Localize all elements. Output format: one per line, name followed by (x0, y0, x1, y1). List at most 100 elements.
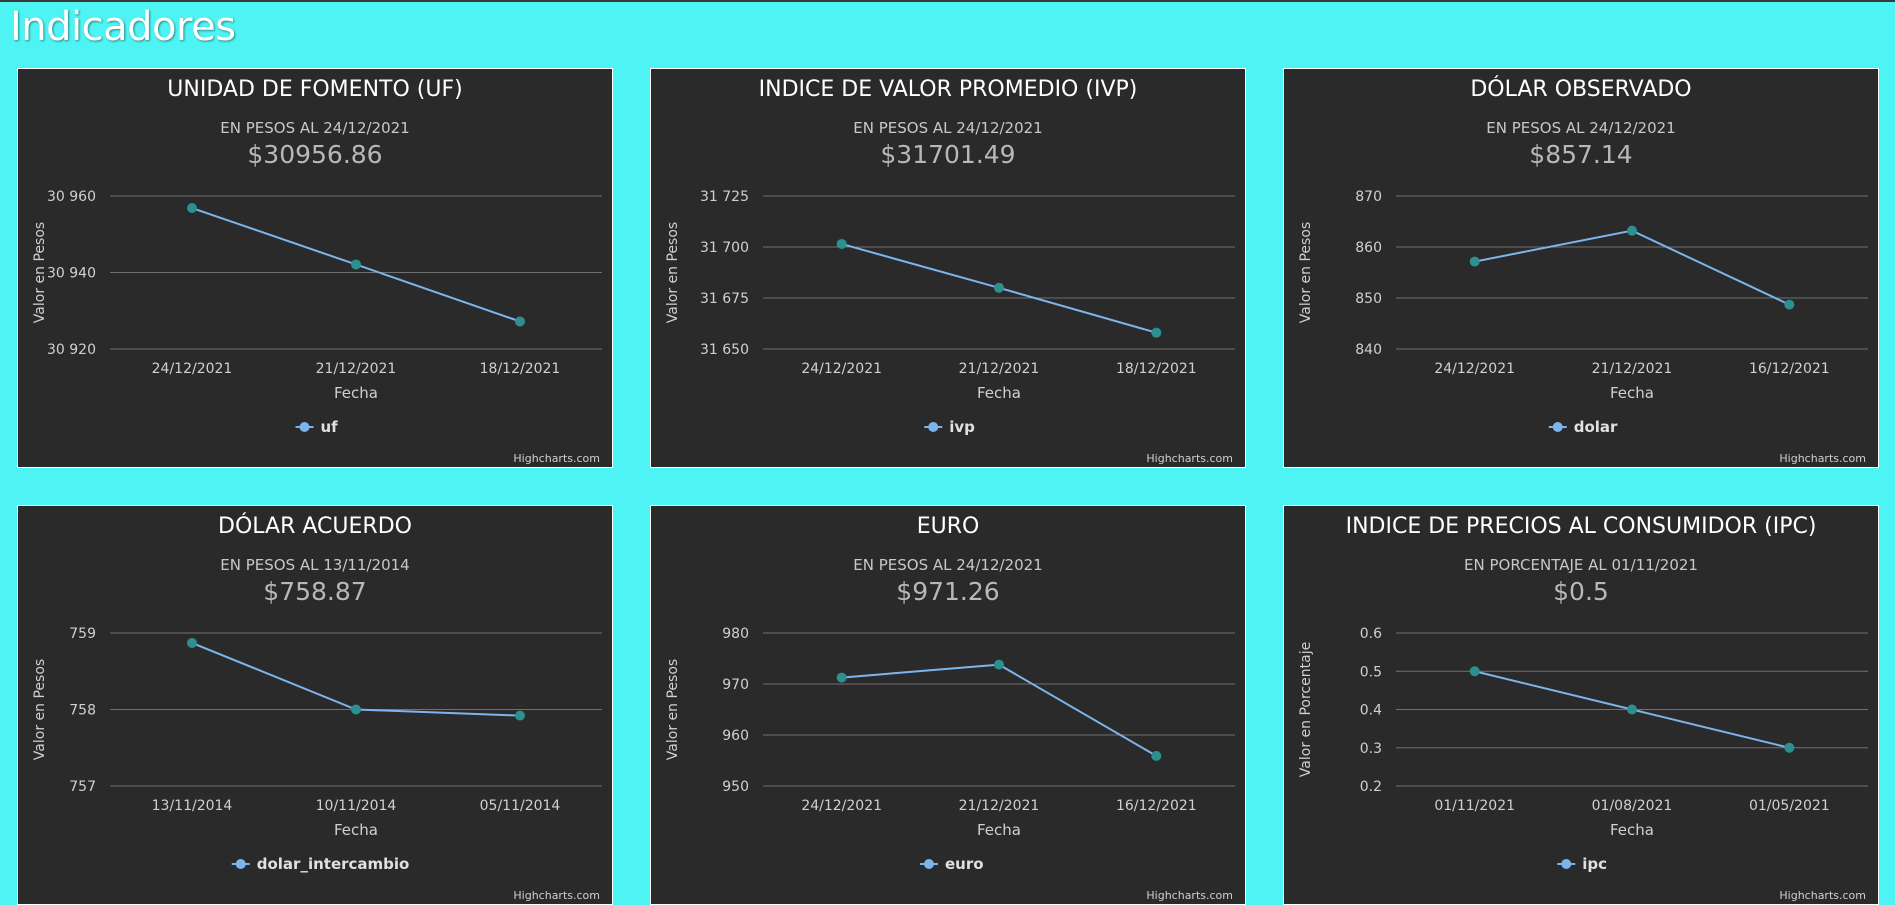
x-tick-label: 24/12/2021 (1434, 361, 1515, 377)
x-axis-title: Fecha (334, 821, 378, 839)
line-chart-dolar-intercambio: 757 758 759 13/11/2014 10/11/2014 05/11/2014 F… (32, 626, 602, 873)
y-axis-title: Valor en Pesos (665, 222, 681, 323)
data-point (187, 637, 197, 648)
legend-item: ivp (949, 418, 975, 436)
data-point (994, 282, 1004, 293)
y-axis-title: Valor en Pesos (665, 659, 681, 760)
chart-card-dolar-acuerdo: DÓLAR ACUERDO EN PESOS AL 13/11/2014 $75… (17, 505, 613, 905)
y-tick-label: 31 700 (700, 240, 749, 256)
credits-link[interactable]: Highcharts.com (513, 452, 600, 465)
y-tick-label: 30 960 (47, 189, 96, 205)
chart-card-uf: UNIDAD DE FOMENTO (UF) EN PESOS AL 24/12… (17, 68, 613, 468)
x-tick-label: 05/11/2014 (480, 798, 561, 814)
y-tick-label: 31 725 (700, 189, 749, 205)
y-tick-label: 758 (69, 703, 96, 719)
legend-item: dolar_intercambio (257, 855, 410, 873)
data-point (836, 238, 847, 249)
y-tick-label: 850 (1355, 291, 1382, 307)
y-axis-title: Valor en Pesos (32, 659, 48, 760)
chart-card-ipc: INDICE DE PRECIOS AL CONSUMIDOR (IPC) EN… (1283, 505, 1879, 905)
x-tick-label: 21/12/2021 (1592, 361, 1673, 377)
x-axis-title: Fecha (1610, 384, 1654, 402)
legend-item: euro (945, 855, 984, 873)
line-chart-uf: 30 920 30 940 30 960 24/12/2021 21/12/2021 18… (32, 189, 602, 436)
x-tick-label: 01/08/2021 (1592, 798, 1673, 814)
series-line (1474, 229, 1790, 306)
indicator-grid: UNIDAD DE FOMENTO (UF) EN PESOS AL 24/12… (17, 68, 1879, 905)
x-tick-label: 10/11/2014 (316, 798, 397, 814)
legend-marker (924, 859, 934, 869)
y-axis-title: Valor en Pesos (1298, 222, 1314, 323)
chart-card-euro: EURO EN PESOS AL 24/12/2021 $971.26 950 9… (650, 505, 1246, 905)
y-tick-label: 870 (1355, 189, 1382, 205)
y-tick-label: 980 (722, 626, 749, 642)
y-tick-label: 0.4 (1360, 703, 1382, 719)
credits-link[interactable]: Highcharts.com (1779, 889, 1866, 902)
y-tick-label: 30 920 (47, 342, 96, 358)
line-chart-ivp: 31 650 31 675 31 700 31 725 24/12/2021 21/12/… (665, 189, 1235, 436)
x-axis-title: Fecha (334, 384, 378, 402)
legend-marker (1561, 859, 1572, 869)
data-point (1784, 299, 1795, 310)
data-point (1784, 742, 1795, 753)
x-tick-label: 21/12/2021 (959, 798, 1040, 814)
y-tick-label: 31 650 (700, 342, 749, 358)
x-tick-label: 21/12/2021 (959, 361, 1040, 377)
legend-item: dolar (1574, 418, 1618, 436)
y-tick-label: 0.6 (1360, 626, 1382, 642)
y-tick-label: 840 (1355, 342, 1382, 358)
legend-item: uf (321, 418, 339, 436)
x-axis-title: Fecha (977, 384, 1021, 402)
data-point (351, 704, 361, 715)
y-tick-label: 30 940 (47, 266, 96, 282)
chart-card-ivp: INDICE DE VALOR PROMEDIO (IVP) EN PESOS … (650, 68, 1246, 468)
y-tick-label: 860 (1355, 240, 1382, 256)
data-point (1627, 225, 1637, 236)
x-axis-title: Fecha (1610, 821, 1654, 839)
x-tick-label: 13/11/2014 (152, 798, 233, 814)
y-tick-label: 759 (69, 626, 96, 642)
legend-marker (1552, 422, 1563, 432)
data-point (515, 710, 525, 721)
legend-item: ipc (1582, 855, 1607, 873)
chart-card-dolar-observado: DÓLAR OBSERVADO EN PESOS AL 24/12/2021 $… (1283, 68, 1879, 468)
x-tick-label: 24/12/2021 (152, 361, 233, 377)
x-tick-label: 21/12/2021 (316, 361, 397, 377)
x-tick-label: 24/12/2021 (801, 361, 882, 377)
y-tick-label: 31 675 (700, 291, 749, 307)
x-tick-label: 01/11/2021 (1434, 798, 1515, 814)
y-axis-title: Valor en Pesos (32, 222, 48, 323)
y-tick-label: 757 (69, 779, 96, 795)
x-tick-label: 24/12/2021 (801, 798, 882, 814)
legend-marker (235, 859, 246, 869)
x-tick-label: 01/05/2021 (1749, 798, 1830, 814)
x-tick-label: 16/12/2021 (1749, 361, 1830, 377)
data-point (994, 659, 1004, 670)
y-axis-title: Valor en Porcentaje (1298, 642, 1314, 777)
credits-link[interactable]: Highcharts.com (513, 889, 600, 902)
credits-link[interactable]: Highcharts.com (1146, 889, 1233, 902)
y-tick-label: 0.2 (1360, 779, 1382, 795)
y-tick-label: 970 (722, 677, 749, 693)
legend-marker (928, 422, 939, 432)
data-point (1151, 327, 1162, 338)
data-point (1469, 666, 1480, 677)
x-tick-label: 18/12/2021 (480, 361, 561, 377)
legend-marker (299, 422, 310, 432)
data-point (836, 672, 847, 683)
y-tick-label: 950 (722, 779, 749, 795)
series-line (841, 663, 1157, 757)
y-tick-label: 0.5 (1360, 664, 1382, 680)
x-tick-label: 16/12/2021 (1116, 798, 1197, 814)
data-point (351, 259, 361, 270)
line-chart-dolar: 840 850 860 870 24/12/2021 21/12/2021 16/12/20… (1298, 189, 1868, 436)
credits-link[interactable]: Highcharts.com (1779, 452, 1866, 465)
x-tick-label: 18/12/2021 (1116, 361, 1197, 377)
data-point (187, 203, 197, 214)
x-axis-title: Fecha (977, 821, 1021, 839)
data-point (1469, 256, 1480, 267)
credits-link[interactable]: Highcharts.com (1146, 452, 1233, 465)
data-point (1151, 750, 1162, 761)
page-title: Indicadores (10, 4, 236, 50)
line-chart-ipc: 0.2 0.3 0.4 0.5 0.6 01/11/2021 01/08/2021 01/05… (1298, 626, 1868, 873)
